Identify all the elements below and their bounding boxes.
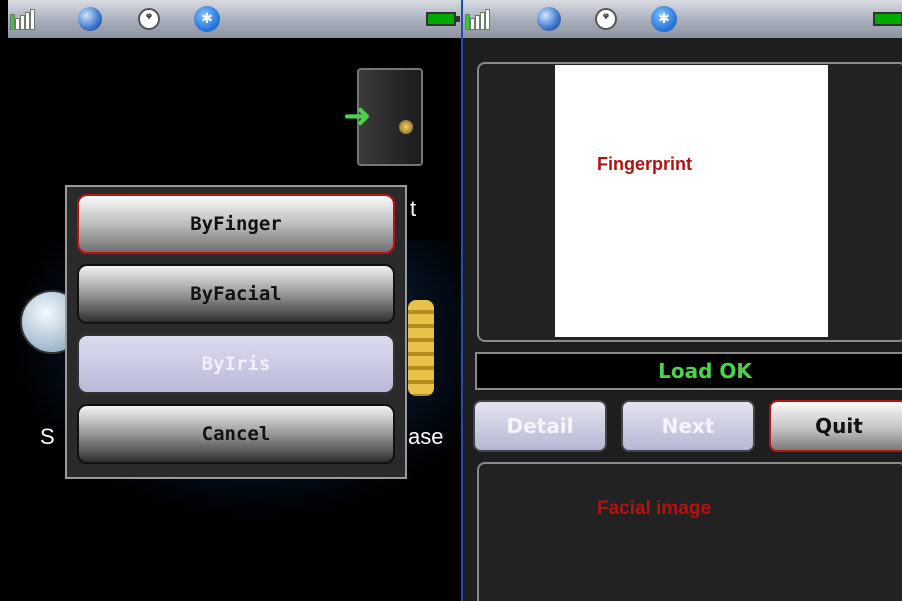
by-finger-button[interactable]: ByFinger: [77, 194, 395, 254]
wifi-icon: ᵠ: [138, 8, 160, 30]
fingerprint-label: Fingerprint: [597, 154, 692, 174]
signal-icon: [10, 8, 35, 30]
left-screen: ᵠ ✱ ➜ t S ase ByFinger ByFacial ByIris C…: [8, 0, 461, 601]
right-label-fragment: ase: [408, 424, 444, 449]
fingerprint-panel: Fingerprint: [477, 62, 902, 342]
quit-button[interactable]: Quit: [769, 400, 902, 452]
exit-door-icon[interactable]: ➜: [343, 66, 429, 170]
facial-image-panel: Facial image: [477, 462, 902, 601]
detail-button[interactable]: Detail: [473, 400, 607, 452]
status-message: Load OK: [475, 352, 902, 390]
door-knob-icon: [399, 120, 413, 134]
by-iris-button[interactable]: ByIris: [77, 334, 395, 394]
facial-image-label: Facial image: [597, 498, 712, 519]
bluetooth-icon: ✱: [651, 6, 677, 32]
right-screen: ᵠ ✱ Fingerprint Load OK Detail Next Quit…: [463, 0, 902, 601]
battery-icon: [426, 12, 460, 26]
status-bar: ᵠ ✱: [8, 0, 461, 38]
bluetooth-icon: ✱: [194, 6, 220, 32]
signal-icon: [465, 8, 490, 30]
by-facial-button[interactable]: ByFacial: [77, 264, 395, 324]
verify-method-dialog: ByFinger ByFacial ByIris Cancel: [65, 185, 407, 479]
green-arrow-icon: ➜: [343, 96, 372, 136]
globe-icon: [537, 7, 561, 31]
battery-icon: [873, 12, 902, 26]
exit-label-fragment: t: [410, 196, 417, 221]
cancel-button[interactable]: Cancel: [77, 404, 395, 464]
left-label-fragment: S: [40, 424, 55, 449]
database-coins-icon: [408, 300, 434, 396]
globe-icon: [78, 7, 102, 31]
next-button[interactable]: Next: [621, 400, 755, 452]
wifi-icon: ᵠ: [595, 8, 617, 30]
fingerprint-image-area: [555, 65, 828, 337]
status-bar: ᵠ ✱: [463, 0, 902, 38]
